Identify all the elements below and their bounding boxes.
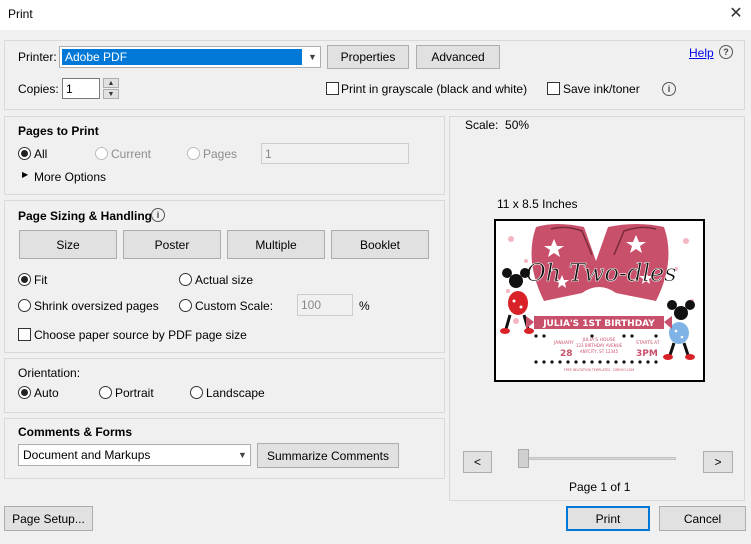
orientation-landscape-label: Landscape [206, 386, 265, 400]
printer-selected-value: Adobe PDF [62, 49, 302, 65]
orientation-auto-label: Auto [34, 386, 59, 400]
paper-source-checkbox[interactable] [18, 328, 31, 341]
invitation-day: 28 [560, 349, 573, 359]
invitation-month: JANUARY [553, 340, 574, 346]
cancel-button[interactable]: Cancel [659, 506, 746, 531]
title-bar [0, 0, 751, 30]
paper-source-label: Choose paper source by PDF page size [34, 328, 247, 342]
chevron-down-icon: ▼ [304, 47, 320, 67]
pages-title: Pages to Print [18, 124, 99, 138]
comments-title: Comments & Forms [18, 425, 133, 439]
copies-label: Copies: [18, 82, 59, 96]
shrink-radio[interactable] [18, 299, 31, 312]
actual-size-label: Actual size [195, 273, 254, 287]
orientation-auto-radio[interactable] [18, 386, 31, 399]
invitation-starts-label: STARTS AT [636, 340, 660, 346]
invitation-footer: FREE INVITATION TEMPLATES - DREVIO.COM [564, 368, 634, 372]
invitation-artwork: Oh Two-dles JULIA'S 1ST BIRTHDAY JANUARY… [496, 221, 703, 380]
custom-scale-radio[interactable] [179, 299, 192, 312]
help-icon[interactable]: ? [719, 45, 733, 59]
window-title: Print [8, 7, 33, 21]
comments-select[interactable]: Document and Markups ▼ [18, 444, 251, 466]
page-indicator: Page 1 of 1 [569, 480, 631, 494]
invitation-time: 3PM [636, 349, 658, 359]
custom-scale-input[interactable]: 100 [297, 294, 353, 316]
page-slider-thumb[interactable] [518, 449, 529, 468]
pages-all-radio[interactable] [18, 147, 31, 160]
tab-booklet[interactable]: Booklet [331, 230, 429, 259]
chevron-down-icon: ▼ [234, 445, 250, 465]
scale-text: Scale: 50% [465, 118, 530, 132]
more-options-expand-icon[interactable]: ▶ [22, 170, 28, 179]
fit-radio[interactable] [18, 273, 31, 286]
next-page-button[interactable]: > [703, 451, 733, 473]
sizing-title: Page Sizing & Handling [18, 209, 153, 223]
help-link[interactable]: Help [689, 46, 714, 60]
sizing-info-icon[interactable]: i [151, 208, 165, 222]
actual-size-radio[interactable] [179, 273, 192, 286]
printer-select[interactable]: Adobe PDF ▼ [59, 46, 321, 68]
pages-current-label: Current [111, 147, 152, 161]
copies-increment-button[interactable]: ▲ [103, 78, 119, 88]
tab-size[interactable]: Size [19, 230, 117, 259]
custom-scale-label: Custom Scale: [195, 299, 274, 313]
copies-input[interactable]: 1 [62, 78, 100, 99]
invitation-address-line1: 123 BIRTHDAY AVENUE [576, 343, 623, 348]
close-icon[interactable]: ✕ [726, 4, 746, 24]
invitation-headline: Oh Two-dles [526, 259, 677, 287]
more-options-label[interactable]: More Options [34, 170, 106, 184]
orientation-portrait-radio[interactable] [99, 386, 112, 399]
orientation-landscape-radio[interactable] [190, 386, 203, 399]
pages-all-label: All [34, 147, 48, 161]
grayscale-checkbox[interactable] [326, 82, 339, 95]
page-preview: Oh Two-dles JULIA'S 1ST BIRTHDAY JANUARY… [494, 219, 705, 382]
summarize-comments-button[interactable]: Summarize Comments [257, 443, 399, 468]
page-setup-button[interactable]: Page Setup... [4, 506, 93, 531]
copies-decrement-button[interactable]: ▼ [103, 89, 119, 99]
fit-label: Fit [34, 273, 48, 287]
page-slider-track[interactable] [518, 457, 676, 460]
invitation-address-line2: ANYCITY, ST 12345 [580, 349, 619, 354]
advanced-button[interactable]: Advanced [416, 45, 500, 69]
grayscale-label: Print in grayscale (black and white) [341, 82, 528, 96]
comments-selected-value: Document and Markups [23, 448, 151, 462]
page-size-text: 11 x 8.5 Inches [497, 197, 578, 211]
pages-range-label: Pages [203, 147, 238, 161]
previous-page-button[interactable]: < [463, 451, 492, 473]
printer-label: Printer: [18, 50, 57, 64]
percent-sign: % [359, 299, 370, 313]
shrink-label: Shrink oversized pages [34, 299, 159, 313]
tab-poster[interactable]: Poster [123, 230, 221, 259]
properties-button[interactable]: Properties [327, 45, 409, 69]
save-ink-label: Save ink/toner [563, 82, 640, 96]
save-ink-checkbox[interactable] [547, 82, 560, 95]
pages-current-radio[interactable] [95, 147, 108, 160]
pages-range-input[interactable]: 1 [261, 143, 409, 164]
invitation-banner: JULIA'S 1ST BIRTHDAY [542, 319, 655, 329]
pages-range-radio[interactable] [187, 147, 200, 160]
orientation-title: Orientation: [18, 366, 81, 380]
print-button[interactable]: Print [566, 506, 650, 531]
info-icon[interactable]: i [662, 82, 676, 96]
tab-multiple[interactable]: Multiple [227, 230, 325, 259]
orientation-portrait-label: Portrait [115, 386, 154, 400]
